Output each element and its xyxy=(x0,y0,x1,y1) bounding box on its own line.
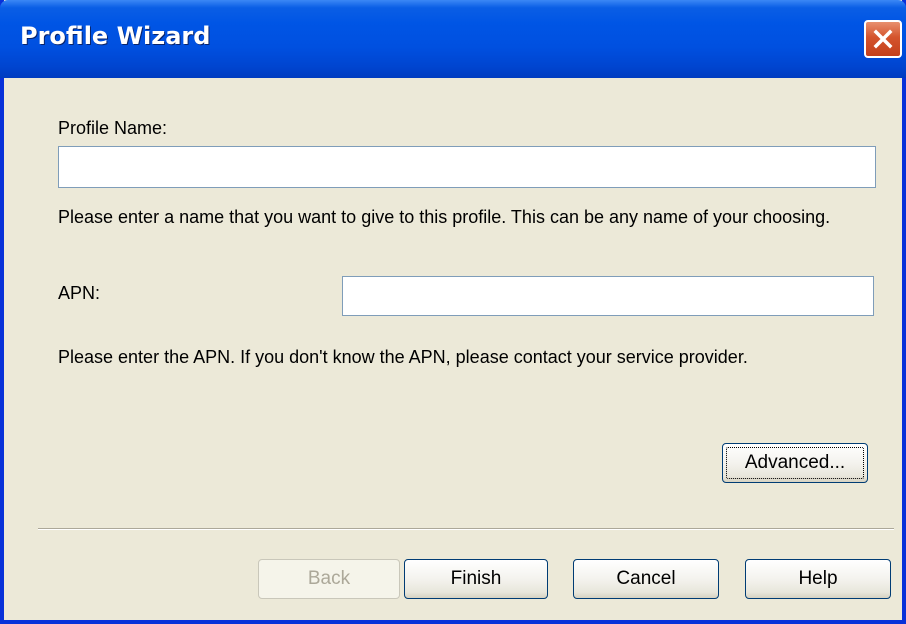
finish-button-label: Finish xyxy=(450,568,502,589)
advanced-button-label: Advanced... xyxy=(744,452,846,473)
profile-name-field[interactable] xyxy=(58,146,876,188)
cancel-button[interactable]: Cancel xyxy=(573,559,719,599)
cancel-button-label: Cancel xyxy=(616,568,676,589)
apn-help-text: Please enter the APN. If you don't know … xyxy=(58,347,748,367)
apn-label: APN: xyxy=(58,283,101,303)
help-button-label: Help xyxy=(798,568,838,589)
profile-name-help-text: Please enter a name that you want to giv… xyxy=(58,207,831,227)
profile-name-label: Profile Name: xyxy=(58,118,168,138)
advanced-button[interactable]: Advanced... xyxy=(722,443,868,483)
profile-wizard-window: Profile Wizard Profile Name: Please ente… xyxy=(0,0,906,624)
close-icon xyxy=(873,29,893,49)
finish-button[interactable]: Finish xyxy=(404,559,548,599)
separator xyxy=(38,528,894,530)
window-title: Profile Wizard xyxy=(20,22,211,50)
title-bar[interactable]: Profile Wizard xyxy=(0,0,906,78)
apn-field[interactable] xyxy=(342,276,874,316)
help-button[interactable]: Help xyxy=(745,559,891,599)
back-button-label: Back xyxy=(307,568,351,589)
back-button[interactable]: Back xyxy=(258,559,400,599)
close-button[interactable] xyxy=(864,20,902,58)
